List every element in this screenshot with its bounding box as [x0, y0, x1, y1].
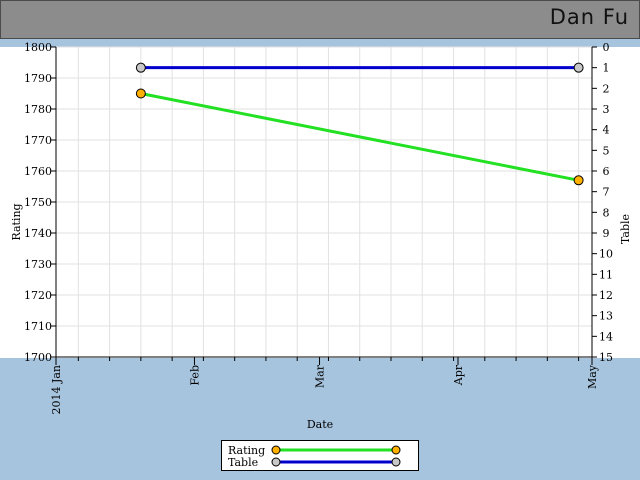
y2-tick-label: 8 — [603, 206, 610, 219]
y2-tick-label: 4 — [603, 124, 610, 137]
y-tick-label: 1700 — [24, 351, 52, 364]
y2-tick-label: 15 — [599, 351, 613, 364]
y-tick-label: 1760 — [24, 165, 52, 178]
x-tick-label: May — [586, 364, 599, 389]
y2-tick-label: 3 — [603, 103, 610, 116]
y2-tick-label: 12 — [599, 289, 613, 302]
data-point-rating — [135, 88, 146, 99]
y-tick-label: 1750 — [24, 196, 52, 209]
y2-tick-label: 1 — [603, 62, 610, 75]
y-axis-label: Rating — [10, 203, 23, 240]
y-tick-label: 1770 — [24, 134, 52, 147]
data-point-table — [573, 62, 584, 73]
y2-tick-label: 10 — [599, 248, 613, 261]
y2-tick-label: 5 — [603, 144, 610, 157]
x-axis-label: Date — [307, 418, 333, 431]
y2-tick-label: 7 — [603, 186, 610, 199]
y2-tick-label: 2 — [603, 82, 610, 95]
y-tick-label: 1790 — [24, 72, 52, 85]
y2-tick-label: 14 — [599, 330, 613, 343]
data-point-table — [135, 62, 146, 73]
x-tick-label: 2014 Jan — [50, 365, 63, 415]
y-tick-label: 1720 — [24, 289, 52, 302]
y-tick-label: 1710 — [24, 320, 52, 333]
y-tick-label: 1730 — [24, 258, 52, 271]
y2-tick-label: 6 — [603, 165, 610, 178]
y2-tick-label: 9 — [603, 227, 610, 240]
x-tick-label: Mar — [314, 364, 327, 388]
y2-axis-label: Table — [619, 214, 632, 244]
y-tick-label: 1780 — [24, 103, 52, 116]
x-tick-label: Feb — [188, 365, 201, 386]
x-tick-label: Apr — [452, 364, 465, 386]
y2-tick-label: 13 — [599, 310, 613, 323]
chart-legend: Rating Table — [221, 440, 419, 471]
y2-tick-label: 11 — [599, 268, 613, 281]
y2-tick-label: 0 — [603, 41, 610, 54]
legend-swatch-table — [271, 457, 401, 467]
legend-swatch-rating — [271, 445, 401, 455]
rating-chart: 1700171017201730174017501760177017801790… — [0, 41, 640, 431]
data-point-rating — [573, 175, 584, 186]
y-tick-label: 1740 — [24, 227, 52, 240]
legend-label-table: Table — [228, 456, 259, 469]
legend-item-table: Table — [228, 456, 258, 469]
y-tick-label: 1800 — [24, 41, 52, 54]
